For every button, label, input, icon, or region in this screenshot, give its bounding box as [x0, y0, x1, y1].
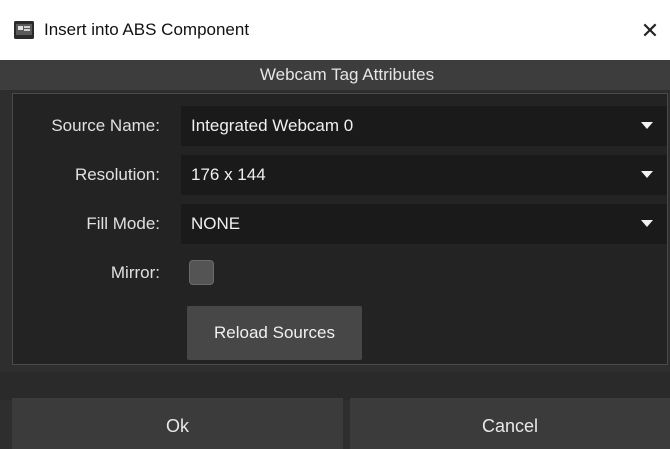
window-title: Insert into ABS Component — [44, 20, 250, 39]
cancel-button[interactable]: Cancel — [350, 398, 670, 449]
section-header: Webcam Tag Attributes — [0, 60, 670, 90]
separator-strip — [0, 372, 670, 400]
source-name-label: Source Name: — [51, 116, 160, 135]
fill-mode-label: Fill Mode: — [86, 214, 160, 233]
fill-mode-value: NONE — [191, 214, 241, 233]
reload-sources-button[interactable]: Reload Sources — [187, 306, 362, 360]
title-bar: Insert into ABS Component ✕ — [0, 0, 670, 60]
source-name-select[interactable]: Integrated Webcam 0 — [181, 106, 667, 146]
chevron-down-icon — [641, 122, 653, 129]
mirror-checkbox[interactable] — [189, 260, 214, 285]
resolution-select[interactable]: 176 x 144 — [181, 155, 667, 195]
dialog-window: Insert into ABS Component ✕ Webcam Tag A… — [0, 0, 670, 449]
fill-mode-select[interactable]: NONE — [181, 204, 667, 244]
chevron-down-icon — [641, 171, 653, 178]
resolution-label: Resolution: — [74, 165, 160, 184]
mirror-label: Mirror: — [110, 263, 160, 282]
close-button[interactable]: ✕ — [630, 12, 670, 52]
chevron-down-icon — [641, 220, 653, 227]
resolution-value: 176 x 144 — [191, 165, 266, 184]
app-icon — [14, 21, 34, 39]
source-name-value: Integrated Webcam 0 — [191, 116, 354, 135]
ok-button[interactable]: Ok — [12, 398, 343, 449]
